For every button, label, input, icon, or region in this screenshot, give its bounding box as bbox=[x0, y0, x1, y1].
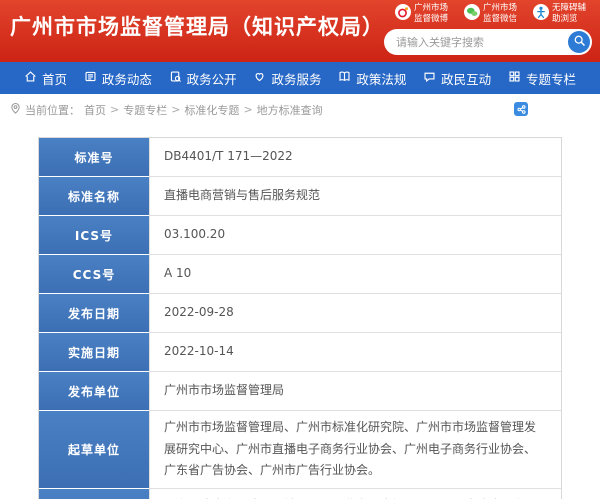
search-icon bbox=[573, 34, 586, 50]
table-row-ccs-number: CCS号 A 10 bbox=[39, 255, 561, 294]
nav-item-label: 政务公开 bbox=[186, 71, 237, 87]
breadcrumb-label: 当前位置： bbox=[25, 103, 80, 117]
wechat-link-label: 广州市场监督微信 bbox=[483, 3, 518, 24]
header-right: 广州市场监督微博 广州市场监督微信 无障碍辅助浏览 bbox=[384, 3, 592, 56]
table-row-publish-date: 发布日期 2022-09-28 bbox=[39, 294, 561, 333]
site-header: 广州市市场监督管理局（知识产权局） 广州市场监督微博 广州市场监督微信 无障碍辅… bbox=[0, 0, 600, 62]
nav-item-interaction[interactable]: 政民互动 bbox=[423, 69, 491, 88]
chat-icon bbox=[423, 70, 436, 86]
table-row-drafting-units: 起草单位 广州市市场监督管理局、广州市标准化研究院、广州市市场监督管理发展研究中… bbox=[39, 411, 561, 489]
grid-icon bbox=[508, 70, 521, 86]
nav-item-home[interactable]: 首页 bbox=[24, 69, 67, 88]
nav-item-label: 专题专栏 bbox=[525, 71, 576, 87]
document-search-icon bbox=[169, 70, 182, 86]
breadcrumb-separator: > bbox=[110, 103, 120, 116]
row-label: 起草单位 bbox=[39, 411, 149, 489]
nav-item-policies[interactable]: 政策法规 bbox=[338, 69, 406, 88]
main-nav: 首页 政务动态 政务公开 政务服务 政策法规 政民互动 专题专栏 bbox=[0, 62, 600, 94]
row-value: 2022-10-14 bbox=[149, 333, 561, 372]
home-icon bbox=[24, 70, 37, 86]
table-row-implementation-date: 实施日期 2022-10-14 bbox=[39, 333, 561, 372]
row-value: 直播电商营销与售后服务规范 bbox=[149, 177, 561, 216]
nav-item-disclosure[interactable]: 政务公开 bbox=[169, 69, 237, 88]
breadcrumb-link-topics[interactable]: 专题专栏 bbox=[123, 102, 167, 118]
table-row-standard-name: 标准名称 直播电商营销与售后服务规范 bbox=[39, 177, 561, 216]
nav-item-topics[interactable]: 专题专栏 bbox=[508, 69, 576, 88]
row-label: ICS号 bbox=[39, 216, 149, 255]
quick-links: 广州市场监督微博 广州市场监督微信 无障碍辅助浏览 bbox=[384, 3, 592, 24]
row-label: 标准号 bbox=[39, 138, 149, 177]
table-row-ics-number: ICS号 03.100.20 bbox=[39, 216, 561, 255]
row-value: 03.100.20 bbox=[149, 216, 561, 255]
breadcrumb-link-local-standard-query[interactable]: 地方标准查询 bbox=[257, 102, 323, 118]
row-value: DB4401/T 171—2022 bbox=[149, 138, 561, 177]
breadcrumb: 当前位置： 首页 > 专题专栏 > 标准化专题 > 地方标准查询 bbox=[0, 94, 600, 125]
standard-detail-table: 标准号 DB4401/T 171—2022 标准名称 直播电商营销与售后服务规范… bbox=[38, 137, 562, 499]
search-box bbox=[384, 29, 592, 56]
location-pin-icon bbox=[10, 102, 21, 118]
wechat-icon bbox=[464, 3, 480, 24]
weibo-link-label: 广州市场监督微博 bbox=[414, 3, 449, 24]
row-value: 王海、陈大海、陈磊、钟晶晶、张业文、廖憬珏、王刚、陈穗滨、庞玉端、钟敏雄 bbox=[149, 488, 561, 499]
search-button[interactable] bbox=[568, 31, 590, 54]
nav-item-news[interactable]: 政务动态 bbox=[84, 69, 152, 88]
search-input[interactable] bbox=[396, 35, 568, 49]
accessibility-link-label: 无障碍辅助浏览 bbox=[552, 3, 587, 24]
wechat-link[interactable]: 广州市场监督微信 bbox=[464, 3, 523, 24]
accessibility-link[interactable]: 无障碍辅助浏览 bbox=[533, 3, 592, 24]
breadcrumb-separator: > bbox=[243, 103, 253, 116]
site-title: 广州市市场监督管理局（知识产权局） bbox=[10, 15, 384, 39]
row-label: 实施日期 bbox=[39, 333, 149, 372]
weibo-link[interactable]: 广州市场监督微博 bbox=[395, 3, 454, 24]
nav-item-label: 政策法规 bbox=[356, 71, 407, 87]
heart-icon bbox=[253, 70, 266, 86]
nav-item-label: 政务服务 bbox=[271, 71, 322, 87]
share-icon[interactable] bbox=[514, 102, 528, 116]
news-icon bbox=[84, 70, 97, 86]
nav-item-services[interactable]: 政务服务 bbox=[253, 69, 322, 88]
nav-item-label: 政民互动 bbox=[441, 71, 492, 87]
row-value: A 10 bbox=[149, 255, 561, 294]
row-value: 2022-09-28 bbox=[149, 294, 561, 333]
breadcrumb-separator: > bbox=[171, 103, 181, 116]
breadcrumb-link-home[interactable]: 首页 bbox=[84, 102, 106, 118]
table-row-standard-number: 标准号 DB4401/T 171—2022 bbox=[39, 138, 561, 177]
row-value: 广州市市场监督管理局 bbox=[149, 372, 561, 411]
table-row-drafters: 起草人 王海、陈大海、陈磊、钟晶晶、张业文、廖憬珏、王刚、陈穗滨、庞玉端、钟敏雄 bbox=[39, 488, 561, 499]
table-row-publishing-unit: 发布单位 广州市市场监督管理局 bbox=[39, 372, 561, 411]
row-label: 标准名称 bbox=[39, 177, 149, 216]
book-icon bbox=[338, 70, 351, 86]
row-label: CCS号 bbox=[39, 255, 149, 294]
row-value: 广州市市场监督管理局、广州市标准化研究院、广州市市场监督管理发展研究中心、广州市… bbox=[149, 411, 561, 489]
accessibility-icon bbox=[533, 3, 549, 24]
nav-item-label: 首页 bbox=[42, 71, 68, 87]
row-label: 发布日期 bbox=[39, 294, 149, 333]
breadcrumb-link-standardization[interactable]: 标准化专题 bbox=[184, 102, 239, 118]
row-label: 发布单位 bbox=[39, 372, 149, 411]
row-label: 起草人 bbox=[39, 488, 149, 499]
nav-item-label: 政务动态 bbox=[101, 71, 152, 87]
weibo-icon bbox=[395, 3, 411, 24]
